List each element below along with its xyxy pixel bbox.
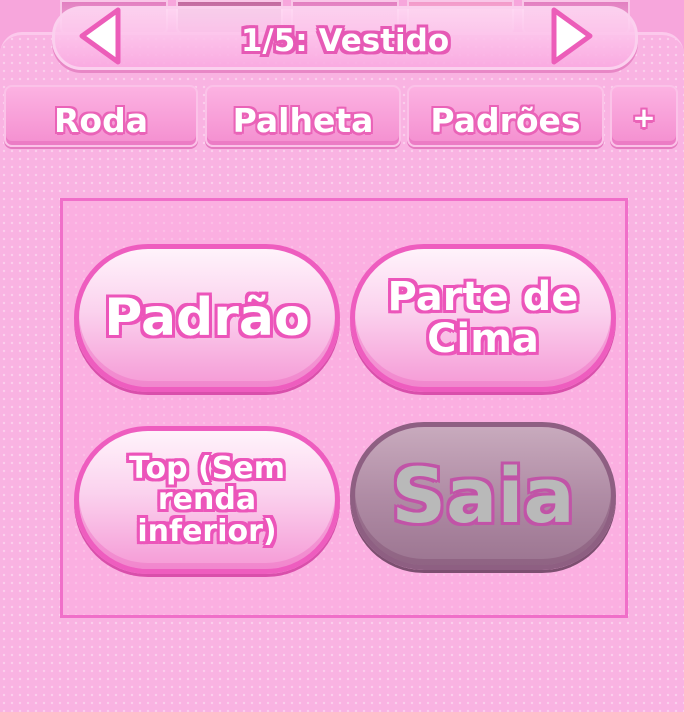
option-parte-de-cima-button[interactable]: Parte de Cima	[350, 244, 616, 392]
tab-bar: Roda Palheta Padrões +	[4, 85, 684, 149]
option-label: Saia	[391, 451, 575, 541]
tab-padroes[interactable]: Padrões	[407, 85, 604, 147]
option-top-sem-renda-button[interactable]: Top (Sem renda inferior)	[74, 426, 340, 574]
option-padrao-button[interactable]: Padrão	[74, 244, 340, 392]
option-label: Parte de Cima	[387, 274, 579, 362]
tab-more[interactable]: +	[610, 85, 678, 147]
next-item-button[interactable]	[548, 6, 594, 66]
tab-label: Roda	[54, 101, 148, 140]
tab-label: Padrões	[430, 101, 581, 140]
tab-roda[interactable]: Roda	[4, 85, 198, 147]
option-saia-button[interactable]: Saia	[350, 422, 616, 570]
tab-palheta[interactable]: Palheta	[205, 85, 401, 147]
option-label: Padrão	[104, 287, 310, 348]
previous-item-button[interactable]	[78, 6, 124, 66]
plus-icon: +	[632, 101, 656, 134]
option-label: Top (Sem renda inferior)	[129, 450, 285, 549]
triangle-left-icon	[79, 7, 121, 65]
tab-label: Palheta	[232, 101, 374, 140]
triangle-right-icon	[551, 7, 593, 65]
